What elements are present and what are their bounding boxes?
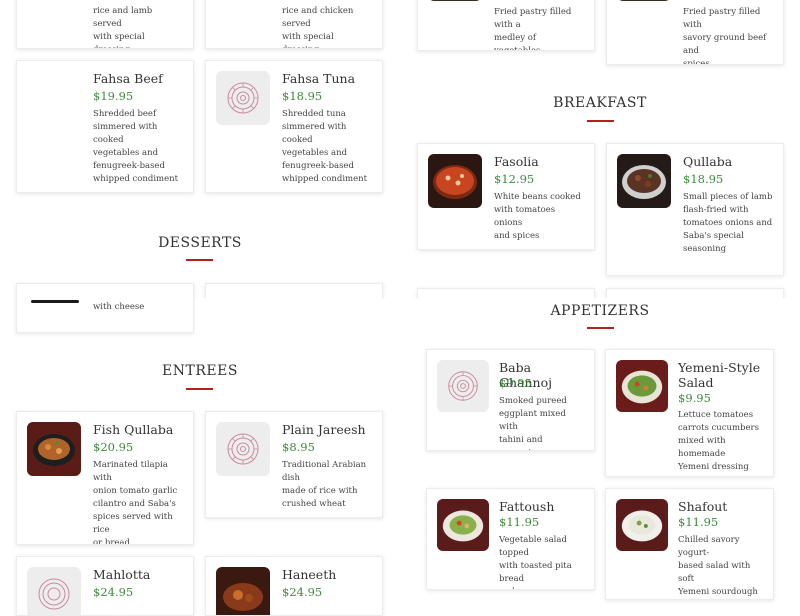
menu-card-dessert-partial[interactable]: with cheese xyxy=(16,283,194,333)
section-underline xyxy=(587,327,614,329)
restaurant-logo-placeholder xyxy=(437,360,489,412)
item-name: Shafout xyxy=(678,499,728,514)
restaurant-logo-placeholder xyxy=(27,567,81,615)
item-name: Fahsa Tuna xyxy=(282,71,356,86)
menu-card-partial[interactable]: Fried pastry filled with a medley of veg… xyxy=(417,0,595,51)
food-photo xyxy=(428,154,482,208)
item-description: Shredded tuna simmered with cooked veget… xyxy=(282,109,368,184)
item-description: Small pieces of lamb flash-fried with to… xyxy=(683,192,773,254)
content-overlay xyxy=(195,298,800,348)
item-description: Traditional Arabian dish made of rice wi… xyxy=(282,460,367,509)
mandala-logo-icon xyxy=(227,82,259,114)
restaurant-logo-placeholder xyxy=(216,422,270,476)
food-photo xyxy=(437,499,489,551)
item-name: Fahsa Beef xyxy=(93,71,163,86)
item-price: $19.95 xyxy=(93,89,134,103)
item-price: $18.95 xyxy=(282,89,323,103)
restaurant-logo-placeholder xyxy=(216,71,270,125)
item-description: Shredded beef simmered with cooked veget… xyxy=(93,109,179,184)
item-name: Plain Jareesh xyxy=(282,422,366,437)
food-photo xyxy=(617,0,671,1)
menu-card-mahlotta[interactable]: Mahlotta $24.95 xyxy=(16,556,194,616)
item-name: Yemeni-Style Salad xyxy=(678,360,761,390)
food-photo xyxy=(616,360,668,412)
mandala-logo-icon xyxy=(227,433,259,465)
item-price: $20.95 xyxy=(93,440,134,454)
section-underline xyxy=(186,259,213,261)
food-photo xyxy=(216,567,270,615)
section-title-appetizers: APPETIZERS xyxy=(550,303,650,319)
item-description: Chilled savory yogurt- based salad with … xyxy=(678,535,758,597)
item-price: $9.95 xyxy=(678,391,711,405)
menu-card-yemeni-salad[interactable]: Yemeni-Style Salad $9.95 Lettuce tomatoe… xyxy=(605,349,774,477)
item-price: $9.95 xyxy=(499,376,532,390)
item-description: Smoked pureed eggplant mixed with tahini… xyxy=(499,396,567,450)
item-name: Mahlotta xyxy=(93,567,151,582)
section-underline xyxy=(587,120,614,122)
item-name: Fish Qullaba xyxy=(93,422,174,437)
food-photo xyxy=(617,154,671,208)
item-description: Lettuce tomatoes carrots cucumbers mixed… xyxy=(678,410,759,472)
item-description: Fried pastry filled with a medley of veg… xyxy=(494,7,572,51)
item-price: $8.95 xyxy=(282,440,315,454)
menu-card-fahsa-tuna[interactable]: Fahsa Tuna $18.95 Shredded tuna simmered… xyxy=(205,60,383,193)
menu-card-partial[interactable]: rice and lamb served with special dressi… xyxy=(16,0,194,49)
item-description: rice and chicken served with special dre… xyxy=(282,6,354,48)
item-price: $11.95 xyxy=(499,515,540,529)
menu-card-fahsa-beef[interactable]: Fahsa Beef $19.95 Shredded beef simmered… xyxy=(16,60,194,193)
item-price: $11.95 xyxy=(678,515,719,529)
section-title-desserts: DESSERTS xyxy=(158,235,242,251)
item-name: Qullaba xyxy=(683,154,733,169)
item-name: Haneeth xyxy=(282,567,337,582)
food-photo xyxy=(27,422,81,476)
menu-card-haneeth[interactable]: Haneeth $24.95 xyxy=(205,556,383,616)
item-description: Vegetable salad topped with toasted pita… xyxy=(499,535,572,589)
item-description: with cheese xyxy=(93,302,145,312)
menu-card-fattoush[interactable]: Fattoush $11.95 Vegetable salad topped w… xyxy=(426,488,595,590)
mandala-logo-icon xyxy=(448,371,478,401)
menu-card-fasolia[interactable]: Fasolia $12.95 White beans cooked with t… xyxy=(417,143,595,250)
menu-card-partial[interactable]: Fried pastry filled with savory ground b… xyxy=(606,0,784,65)
menu-card-baba-ghannoj[interactable]: Baba Ghannoj $9.95 Smoked pureed eggplan… xyxy=(426,349,595,451)
item-description: Marinated tilapia with onion tomato garl… xyxy=(93,460,178,545)
menu-card-shafout[interactable]: Shafout $11.95 Chilled savory yogurt- ba… xyxy=(605,488,774,600)
item-name: Fattoush xyxy=(499,499,555,514)
item-description: rice and lamb served with special dressi… xyxy=(93,6,153,48)
item-price: $24.95 xyxy=(282,585,323,599)
menu-card-plain-jareesh[interactable]: Plain Jareesh $8.95 Traditional Arabian … xyxy=(205,411,383,518)
section-title-entrees: ENTREES xyxy=(162,363,238,379)
section-underline xyxy=(186,388,213,390)
menu-card-fish-qullaba[interactable]: Fish Qullaba $20.95 Marinated tilapia wi… xyxy=(16,411,194,545)
food-photo xyxy=(428,0,482,1)
menu-card-partial[interactable]: rice and chicken served with special dre… xyxy=(205,0,383,49)
item-description: White beans cooked with tomatoes onions … xyxy=(494,192,581,241)
item-price: $24.95 xyxy=(93,585,134,599)
item-price: $12.95 xyxy=(494,172,535,186)
menu-card-qullaba[interactable]: Qullaba $18.95 Small pieces of lamb flas… xyxy=(606,143,784,276)
food-photo xyxy=(31,300,79,303)
item-description: Fried pastry filled with savory ground b… xyxy=(683,7,767,65)
menu-card-dessert-partial[interactable] xyxy=(205,283,383,299)
section-title-breakfast: BREAKFAST xyxy=(553,95,647,111)
food-photo xyxy=(616,499,668,551)
mandala-logo-icon xyxy=(38,578,70,610)
item-name: Fasolia xyxy=(494,154,539,169)
item-price: $18.95 xyxy=(683,172,724,186)
